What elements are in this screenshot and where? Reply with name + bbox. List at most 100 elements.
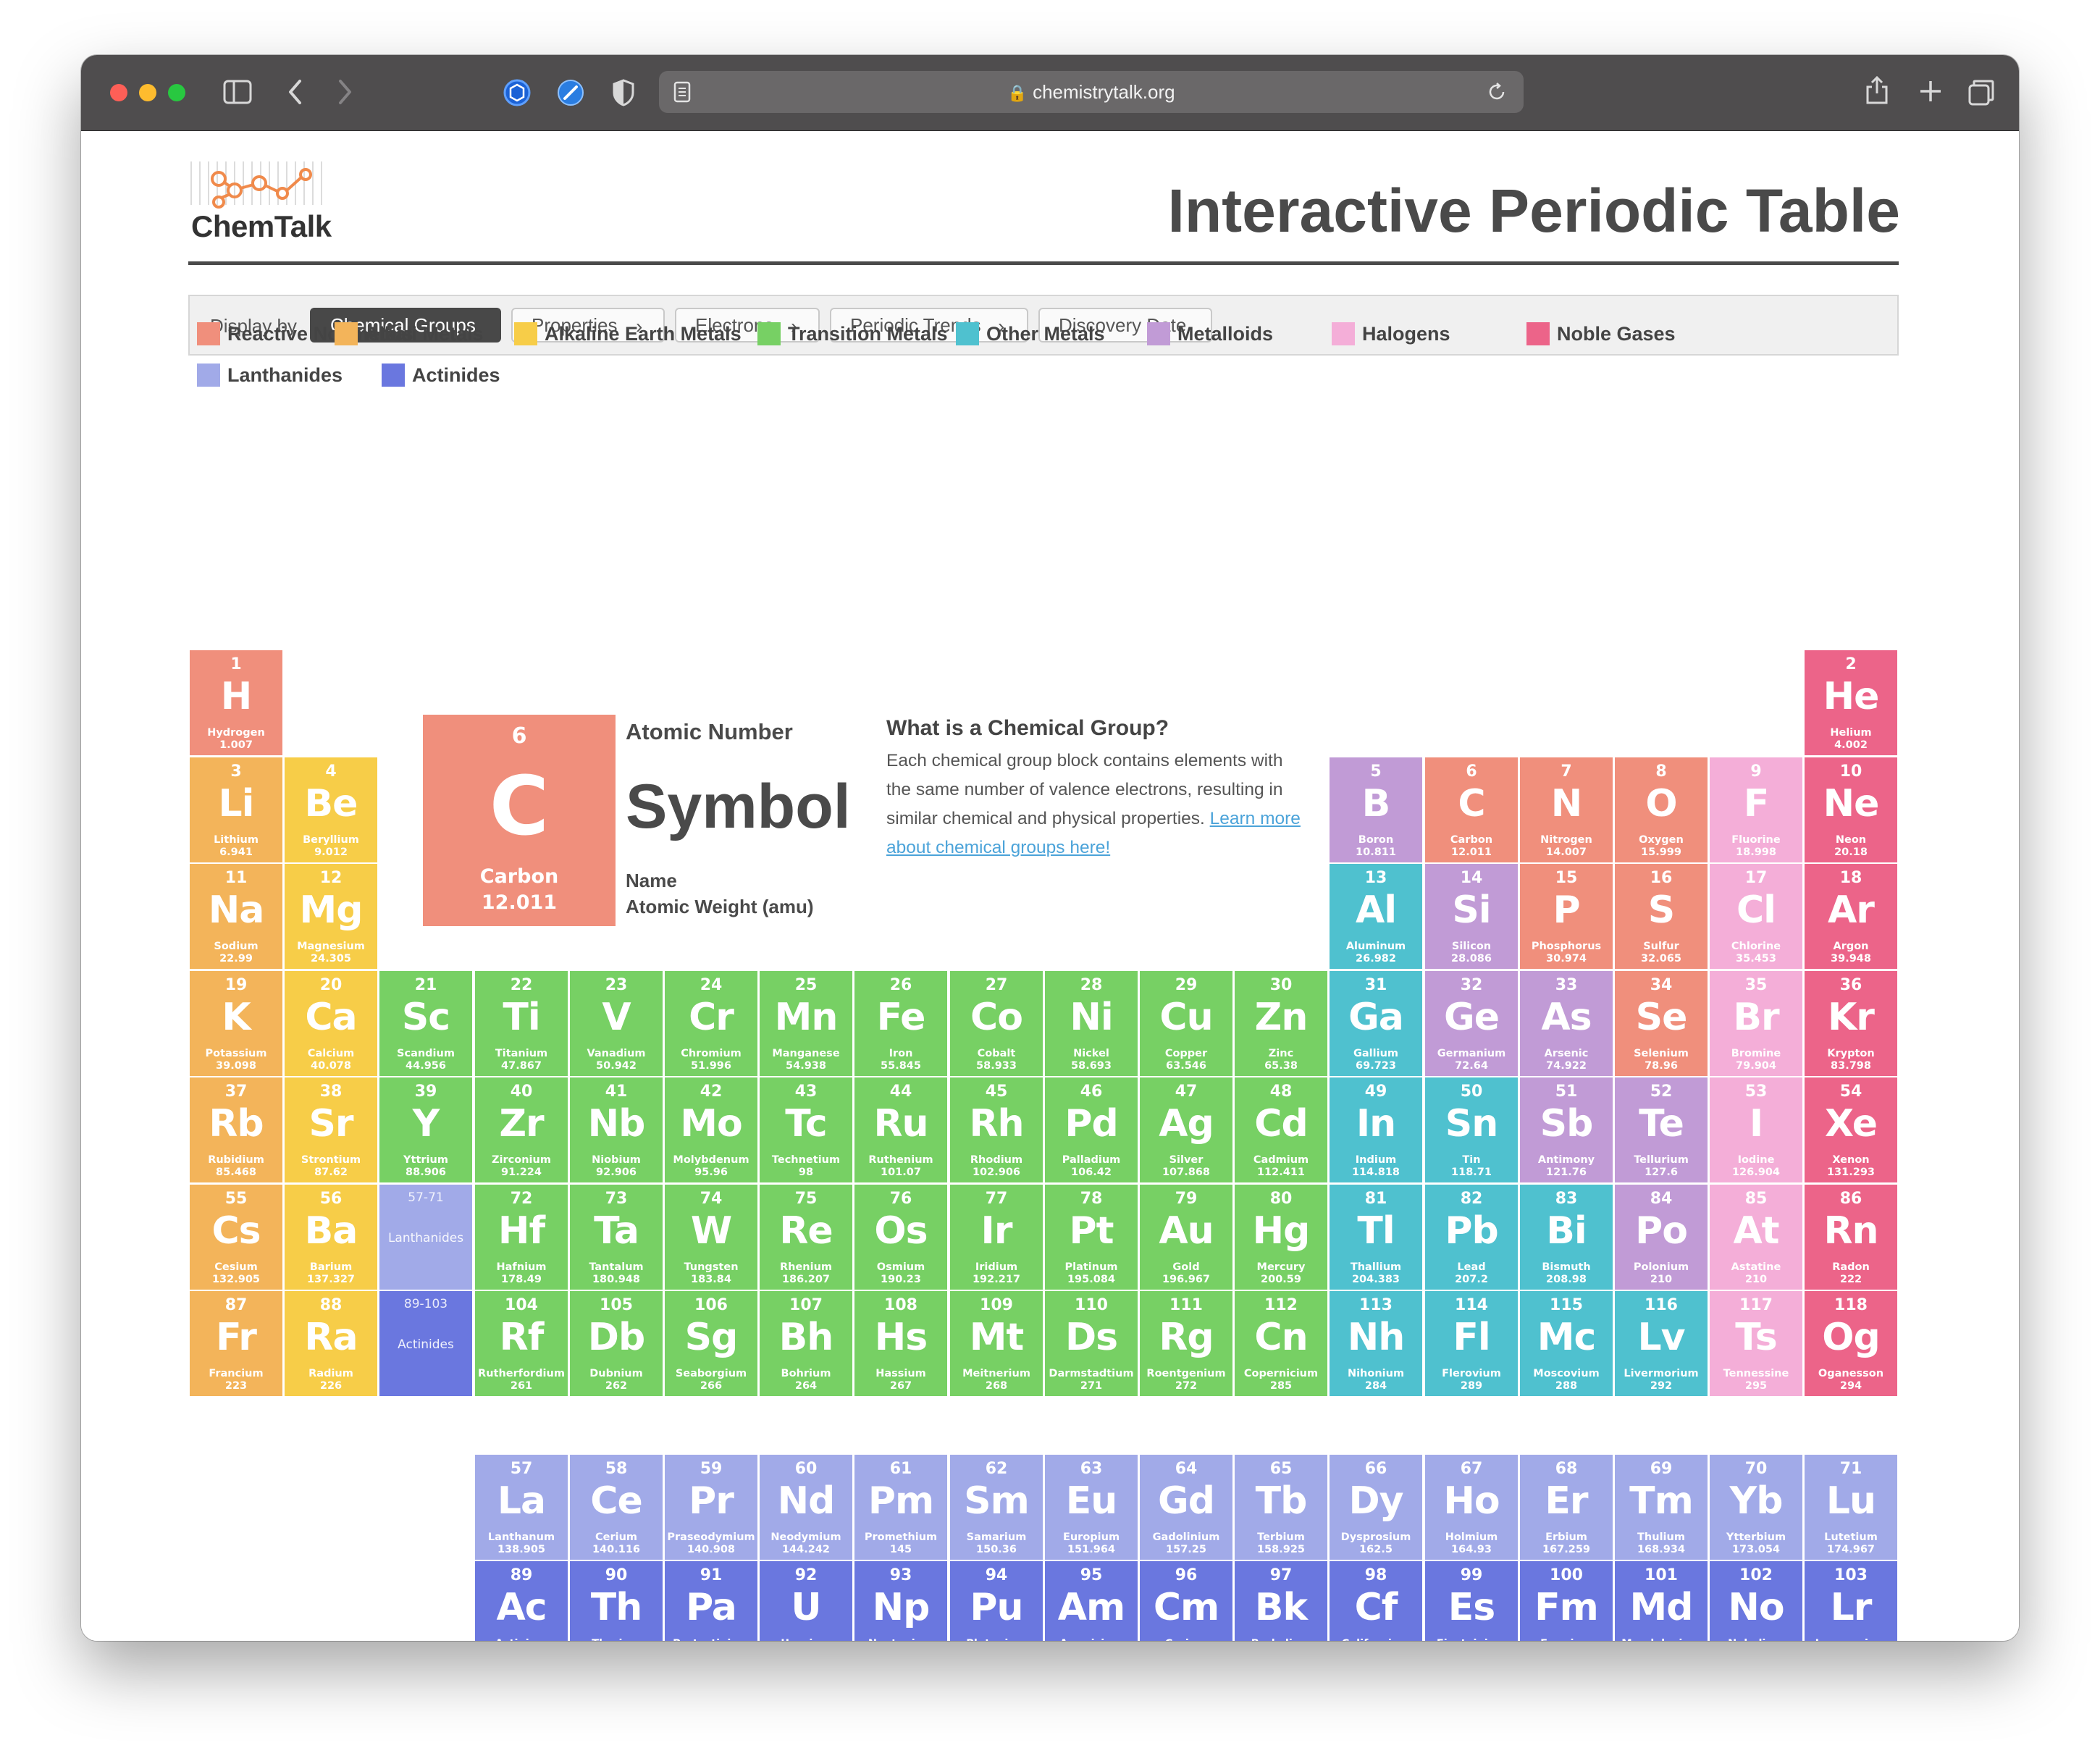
- element-p[interactable]: 15 P Phosphorus 30.974: [1520, 864, 1613, 969]
- element-ru[interactable]: 44 Ru Ruthenium 101.07: [854, 1077, 947, 1182]
- element-pm[interactable]: 61 Pm Promethium 145: [854, 1455, 947, 1560]
- element-sm[interactable]: 62 Sm Samarium 150.36: [950, 1455, 1043, 1560]
- reload-icon[interactable]: [1486, 81, 1508, 103]
- element-u[interactable]: 92UUranium238.029: [760, 1561, 852, 1641]
- element-hg[interactable]: 80 Hg Mercury 200.59: [1235, 1185, 1327, 1290]
- element-pt[interactable]: 78 Pt Platinum 195.084: [1045, 1185, 1138, 1290]
- placeholder-lanthanides[interactable]: 57-71 Lanthanides: [379, 1185, 472, 1290]
- back-icon[interactable]: [287, 78, 304, 106]
- element-pu[interactable]: 94PuPlutonium244: [950, 1561, 1043, 1641]
- element-eu[interactable]: 63 Eu Europium 151.964: [1045, 1455, 1138, 1560]
- element-er[interactable]: 68 Er Erbium 167.259: [1520, 1455, 1613, 1560]
- element-pr[interactable]: 59 Pr Praseodymium 140.908: [665, 1455, 757, 1560]
- element-sg[interactable]: 106 Sg Seaborgium 266: [665, 1291, 757, 1396]
- element-fe[interactable]: 26 Fe Iron 55.845: [854, 971, 947, 1076]
- element-bh[interactable]: 107 Bh Bohrium 264: [760, 1291, 852, 1396]
- element-cm[interactable]: 96CmCurium247: [1140, 1561, 1232, 1641]
- element-cu[interactable]: 29 Cu Copper 63.546: [1140, 971, 1232, 1076]
- element-ta[interactable]: 73 Ta Tantalum 180.948: [570, 1185, 663, 1290]
- privacy-shield-icon[interactable]: [611, 78, 636, 107]
- element-rg[interactable]: 111 Rg Roentgenium 272: [1140, 1291, 1232, 1396]
- element-sb[interactable]: 51 Sb Antimony 121.76: [1520, 1077, 1613, 1182]
- element-ni[interactable]: 28 Ni Nickel 58.693: [1045, 971, 1138, 1076]
- extension-compass-icon[interactable]: [556, 78, 585, 107]
- element-rn[interactable]: 86 Rn Radon 222: [1805, 1185, 1897, 1290]
- element-ga[interactable]: 31 Ga Gallium 69.723: [1330, 971, 1422, 1076]
- element-ar[interactable]: 18 Ar Argon 39.948: [1805, 864, 1897, 969]
- element-be[interactable]: 4 Be Beryllium 9.012: [285, 757, 377, 862]
- close-window-button[interactable]: [110, 84, 127, 101]
- element-ra[interactable]: 88 Ra Radium 226: [285, 1291, 377, 1396]
- element-h[interactable]: 1 H Hydrogen 1.007: [190, 650, 282, 755]
- address-bar[interactable]: 🔒 chemistrytalk.org: [659, 71, 1524, 113]
- element-b[interactable]: 5 B Boron 10.811: [1330, 757, 1422, 862]
- extension-blue-icon[interactable]: [503, 78, 532, 107]
- element-nd[interactable]: 60 Nd Neodymium 144.242: [760, 1455, 852, 1560]
- element-bk[interactable]: 97BkBerkelium247: [1235, 1561, 1327, 1641]
- element-hf[interactable]: 72 Hf Hafnium 178.49: [475, 1185, 568, 1290]
- element-ag[interactable]: 47 Ag Silver 107.868: [1140, 1077, 1232, 1182]
- element-cd[interactable]: 48 Cd Cadmium 112.411: [1235, 1077, 1327, 1182]
- element-ho[interactable]: 67 Ho Holmium 164.93: [1425, 1455, 1518, 1560]
- element-na[interactable]: 11 Na Sodium 22.99: [190, 864, 282, 969]
- element-tm[interactable]: 69 Tm Thulium 168.934: [1615, 1455, 1708, 1560]
- element-c[interactable]: 6 C Carbon 12.011: [1425, 757, 1518, 862]
- element-sn[interactable]: 50 Sn Tin 118.71: [1425, 1077, 1518, 1182]
- element-kr[interactable]: 36 Kr Krypton 83.798: [1805, 971, 1897, 1076]
- placeholder-actinides[interactable]: 89-103 Actinides: [379, 1291, 472, 1396]
- element-tl[interactable]: 81 Tl Thallium 204.383: [1330, 1185, 1422, 1290]
- element-dy[interactable]: 66 Dy Dysprosium 162.5: [1330, 1455, 1422, 1560]
- element-og[interactable]: 118 Og Oganesson 294: [1805, 1291, 1897, 1396]
- element-f[interactable]: 9 F Fluorine 18.998: [1710, 757, 1802, 862]
- element-sc[interactable]: 21 Sc Scandium 44.956: [379, 971, 472, 1076]
- element-as[interactable]: 33 As Arsenic 74.922: [1520, 971, 1613, 1076]
- element-ts[interactable]: 117 Ts Tennessine 295: [1710, 1291, 1802, 1396]
- element-tb[interactable]: 65 Tb Terbium 158.925: [1235, 1455, 1327, 1560]
- element-no[interactable]: 102NoNobelium259: [1710, 1561, 1802, 1641]
- element-mn[interactable]: 25 Mn Manganese 54.938: [760, 971, 852, 1076]
- element-si[interactable]: 14 Si Silicon 28.086: [1425, 864, 1518, 969]
- element-nh[interactable]: 113 Nh Nihonium 284: [1330, 1291, 1422, 1396]
- element-zn[interactable]: 30 Zn Zinc 65.38: [1235, 971, 1327, 1076]
- element-li[interactable]: 3 Li Lithium 6.941: [190, 757, 282, 862]
- element-fr[interactable]: 87 Fr Francium 223: [190, 1291, 282, 1396]
- element-ca[interactable]: 20 Ca Calcium 40.078: [285, 971, 377, 1076]
- element-cl[interactable]: 17 Cl Chlorine 35.453: [1710, 864, 1802, 969]
- element-po[interactable]: 84 Po Polonium 210: [1615, 1185, 1708, 1290]
- element-s[interactable]: 16 S Sulfur 32.065: [1615, 864, 1708, 969]
- element-ne[interactable]: 10 Ne Neon 20.18: [1805, 757, 1897, 862]
- element-k[interactable]: 19 K Potassium 39.098: [190, 971, 282, 1076]
- element-y[interactable]: 39 Y Yttrium 88.906: [379, 1077, 472, 1182]
- element-es[interactable]: 99EsEinsteinium252: [1425, 1561, 1518, 1641]
- element-mt[interactable]: 109 Mt Meitnerium 268: [950, 1291, 1043, 1396]
- element-mg[interactable]: 12 Mg Magnesium 24.305: [285, 864, 377, 969]
- element-fl[interactable]: 114 Fl Flerovium 289: [1425, 1291, 1518, 1396]
- element-te[interactable]: 52 Te Tellurium 127.6: [1615, 1077, 1708, 1182]
- element-th[interactable]: 90ThThorium232.038: [570, 1561, 663, 1641]
- tab-overview-icon[interactable]: [1967, 78, 1996, 107]
- element-lv[interactable]: 116 Lv Livermorium 292: [1615, 1291, 1708, 1396]
- element-w[interactable]: 74 W Tungsten 183.84: [665, 1185, 757, 1290]
- element-rb[interactable]: 37 Rb Rubidium 85.468: [190, 1077, 282, 1182]
- element-xe[interactable]: 54 Xe Xenon 131.293: [1805, 1077, 1897, 1182]
- element-cn[interactable]: 112 Cn Copernicium 285: [1235, 1291, 1327, 1396]
- element-br[interactable]: 35 Br Bromine 79.904: [1710, 971, 1802, 1076]
- element-pa[interactable]: 91PaProtactinium231.036: [665, 1561, 757, 1641]
- share-icon[interactable]: [1864, 74, 1890, 106]
- element-np[interactable]: 93NpNeptunium237: [854, 1561, 947, 1641]
- element-yb[interactable]: 70 Yb Ytterbium 173.054: [1710, 1455, 1802, 1560]
- element-ac[interactable]: 89AcActinium227: [475, 1561, 568, 1641]
- element-al[interactable]: 13 Al Aluminum 26.982: [1330, 864, 1422, 969]
- element-co[interactable]: 27 Co Cobalt 58.933: [950, 971, 1043, 1076]
- element-ce[interactable]: 58 Ce Cerium 140.116: [570, 1455, 663, 1560]
- element-ds[interactable]: 110 Ds Darmstadtium 271: [1045, 1291, 1138, 1396]
- element-pb[interactable]: 82 Pb Lead 207.2: [1425, 1185, 1518, 1290]
- element-fm[interactable]: 100FmFermium257: [1520, 1561, 1613, 1641]
- element-cs[interactable]: 55 Cs Cesium 132.905: [190, 1185, 282, 1290]
- element-la[interactable]: 57 La Lanthanum 138.905: [475, 1455, 568, 1560]
- element-cr[interactable]: 24 Cr Chromium 51.996: [665, 971, 757, 1076]
- new-tab-icon[interactable]: [1918, 78, 1944, 104]
- element-re[interactable]: 75 Re Rhenium 186.207: [760, 1185, 852, 1290]
- element-se[interactable]: 34 Se Selenium 78.96: [1615, 971, 1708, 1076]
- forward-icon[interactable]: [336, 78, 353, 106]
